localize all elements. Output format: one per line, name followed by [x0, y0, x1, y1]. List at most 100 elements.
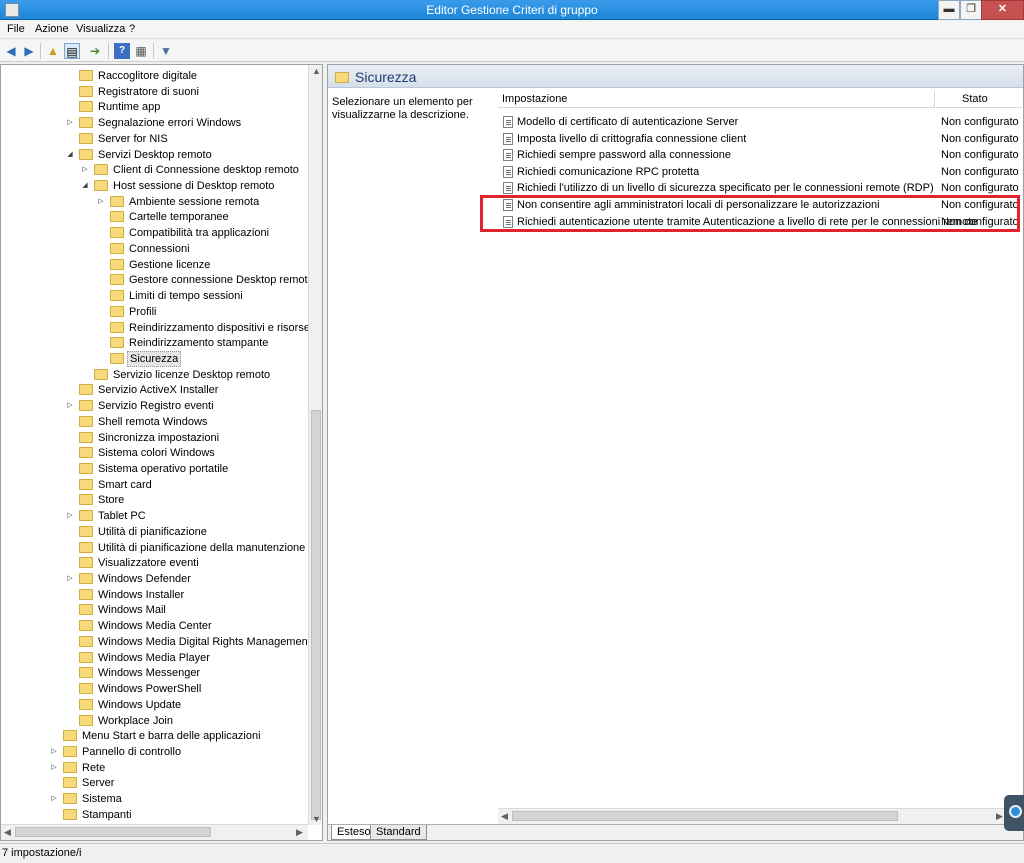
setting-row[interactable]: Imposta livello di crittografia connessi…: [498, 131, 1023, 147]
tree-item[interactable]: Reindirizzamento dispositivi e risorse: [1, 320, 310, 336]
menu-help[interactable]: ?: [129, 23, 135, 35]
scroll-left-icon[interactable]: ◀: [501, 811, 508, 822]
tree-item[interactable]: ▷ Segnalazione errori Windows: [1, 115, 301, 131]
tree-horizontal-scrollbar[interactable]: ◀ ▶: [1, 824, 308, 840]
scroll-up-icon[interactable]: ▲: [312, 66, 321, 76]
tab-standard[interactable]: Standard: [370, 825, 427, 840]
tree-item[interactable]: Sistema colori Windows: [1, 445, 301, 461]
setting-row[interactable]: Richiedi autenticazione utente tramite A…: [498, 214, 1023, 230]
tree-item[interactable]: ▷ Ambiente sessione remota: [1, 194, 301, 210]
tree-item[interactable]: Windows Media Digital Rights Management: [1, 634, 311, 650]
tree-item[interactable]: Reindirizzamento stampante: [1, 335, 301, 351]
scroll-down-icon[interactable]: ▼: [312, 814, 321, 824]
menu-file[interactable]: File: [7, 23, 25, 35]
tree-item[interactable]: Cartelle temporanee: [1, 209, 301, 225]
tree-item[interactable]: ▷ Sistema: [1, 791, 301, 807]
tree-item[interactable]: ▷ Tablet PC: [1, 508, 301, 524]
tree-item[interactable]: Smart card: [1, 477, 301, 493]
tree-item[interactable]: ▷ Client di Connessione desktop remoto: [1, 162, 301, 178]
setting-row[interactable]: Non consentire agli amministratori local…: [498, 197, 1023, 213]
menu-visualizza[interactable]: Visualizza: [76, 23, 125, 35]
export-list-icon[interactable]: ➔: [87, 43, 103, 59]
tree-item[interactable]: Utilità di pianificazione: [1, 524, 301, 540]
tree-item[interactable]: Store: [1, 492, 301, 508]
back-arrow-icon[interactable]: ◀: [3, 43, 19, 59]
collapsed-arrow-icon[interactable]: ▷: [49, 791, 59, 807]
tree-vertical-scrollbar[interactable]: ▲ ▼: [308, 65, 322, 825]
tree-item[interactable]: Windows Update: [1, 697, 301, 713]
tree-item[interactable]: Shell remota Windows: [1, 414, 301, 430]
setting-row[interactable]: Richiedi sempre password alla connession…: [498, 147, 1023, 163]
tree-item[interactable]: Sicurezza: [1, 350, 301, 367]
collapsed-arrow-icon[interactable]: ▷: [65, 571, 75, 587]
collapsed-arrow-icon[interactable]: ▷: [80, 162, 90, 178]
tree-item[interactable]: Gestione licenze: [1, 257, 301, 273]
setting-row[interactable]: Modello di certificato di autenticazione…: [498, 114, 1023, 130]
collapsed-arrow-icon[interactable]: ▷: [49, 760, 59, 776]
tree-item[interactable]: Servizio ActiveX Installer: [1, 382, 301, 398]
collapsed-arrow-icon[interactable]: ▷: [49, 744, 59, 760]
collapsed-arrow-icon[interactable]: ▷: [65, 508, 75, 524]
help-icon[interactable]: ?: [114, 43, 130, 59]
menu-azione[interactable]: Azione: [35, 23, 69, 35]
tree-item[interactable]: Windows Media Player: [1, 650, 301, 666]
tree-item[interactable]: Compatibilità tra applicazioni: [1, 225, 301, 241]
tree-item[interactable]: Servizio licenze Desktop remoto: [1, 367, 301, 383]
tree-horizontal-scroll-thumb[interactable]: [15, 827, 211, 837]
tree-item[interactable]: Windows Media Center: [1, 618, 301, 634]
tree-item[interactable]: ◢ Host sessione di Desktop remoto: [1, 178, 301, 194]
tree-item[interactable]: Windows PowerShell: [1, 681, 301, 697]
scroll-right-icon[interactable]: ▶: [296, 827, 303, 838]
tree-item[interactable]: ▷ Servizio Registro eventi: [1, 398, 301, 414]
collapsed-arrow-icon[interactable]: ▷: [96, 194, 106, 210]
tree-item[interactable]: Runtime app: [1, 99, 301, 115]
tree-item[interactable]: Windows Installer: [1, 587, 301, 603]
tree-item[interactable]: Menu Start e barra delle applicazioni: [1, 728, 301, 744]
tree-item[interactable]: Stampanti: [1, 807, 301, 823]
setting-row[interactable]: Richiedi comunicazione RPC protetta Non c…: [498, 164, 1023, 180]
tree-item[interactable]: Windows Mail: [1, 602, 301, 618]
up-folder-icon[interactable]: ▲: [45, 43, 61, 59]
tree-item[interactable]: Server for NIS: [1, 131, 301, 147]
minimize-button[interactable]: ▬: [938, 0, 960, 20]
tree-item[interactable]: Visualizzatore eventi: [1, 555, 301, 571]
tree-item[interactable]: Raccoglitore digitale: [1, 68, 301, 84]
tree-item[interactable]: Gestore connessione Desktop remoto: [1, 272, 314, 288]
expanded-arrow-icon[interactable]: ◢: [65, 147, 75, 163]
tree-item[interactable]: Limiti di tempo sessioni: [1, 288, 301, 304]
list-horizontal-scroll-thumb[interactable]: [512, 811, 898, 821]
tree-item-label: Utilità di pianificazione: [98, 525, 207, 538]
tree-item[interactable]: ▷ Windows Defender: [1, 571, 301, 587]
collapsed-arrow-icon[interactable]: ▷: [65, 398, 75, 414]
list-horizontal-scrollbar[interactable]: ◀ ▶: [498, 808, 1008, 824]
maximize-button[interactable]: ❐: [960, 0, 982, 20]
tree-item[interactable]: ◢ Servizi Desktop remoto: [1, 147, 301, 163]
tree-item[interactable]: Sincronizza impostazioni: [1, 430, 301, 446]
tree-item[interactable]: Connessioni: [1, 241, 301, 257]
collapsed-arrow-icon[interactable]: ▷: [65, 115, 75, 131]
tree-item[interactable]: Utilità di pianificazione della manutenz…: [1, 540, 305, 556]
close-button[interactable]: ✕: [981, 0, 1024, 20]
properties-icon[interactable]: ▦: [133, 43, 149, 59]
column-header-state[interactable]: Stato: [936, 91, 1022, 108]
show-hide-tree-icon[interactable]: ▤: [64, 43, 80, 59]
tree-item[interactable]: Workplace Join: [1, 713, 301, 729]
tree-item[interactable]: Windows Messenger: [1, 665, 301, 681]
tree-item-label: Servizio ActiveX Installer: [98, 384, 219, 397]
tree-item[interactable]: Sistema operativo portatile: [1, 461, 301, 477]
tree-item[interactable]: ▷ Pannello di controllo: [1, 744, 301, 760]
scroll-left-icon[interactable]: ◀: [4, 827, 11, 838]
filter-icon[interactable]: ▼: [158, 43, 174, 59]
tree-vertical-scroll-thumb[interactable]: [311, 410, 321, 820]
forward-arrow-icon[interactable]: ▶: [21, 43, 37, 59]
scroll-right-icon[interactable]: ▶: [996, 811, 1003, 822]
tree-item[interactable]: ▷ Rete: [1, 760, 301, 776]
floating-widget[interactable]: [1004, 795, 1024, 831]
column-header-setting[interactable]: Impostazione: [498, 91, 935, 108]
tree-item[interactable]: Profili: [1, 304, 301, 320]
folder-icon: [79, 447, 93, 459]
tree-item[interactable]: Server: [1, 775, 301, 791]
tree-item[interactable]: Registratore di suoni: [1, 84, 301, 100]
expanded-arrow-icon[interactable]: ◢: [80, 178, 90, 194]
setting-row[interactable]: Richiedi l'utilizzo di un livello di sic…: [498, 180, 1023, 196]
